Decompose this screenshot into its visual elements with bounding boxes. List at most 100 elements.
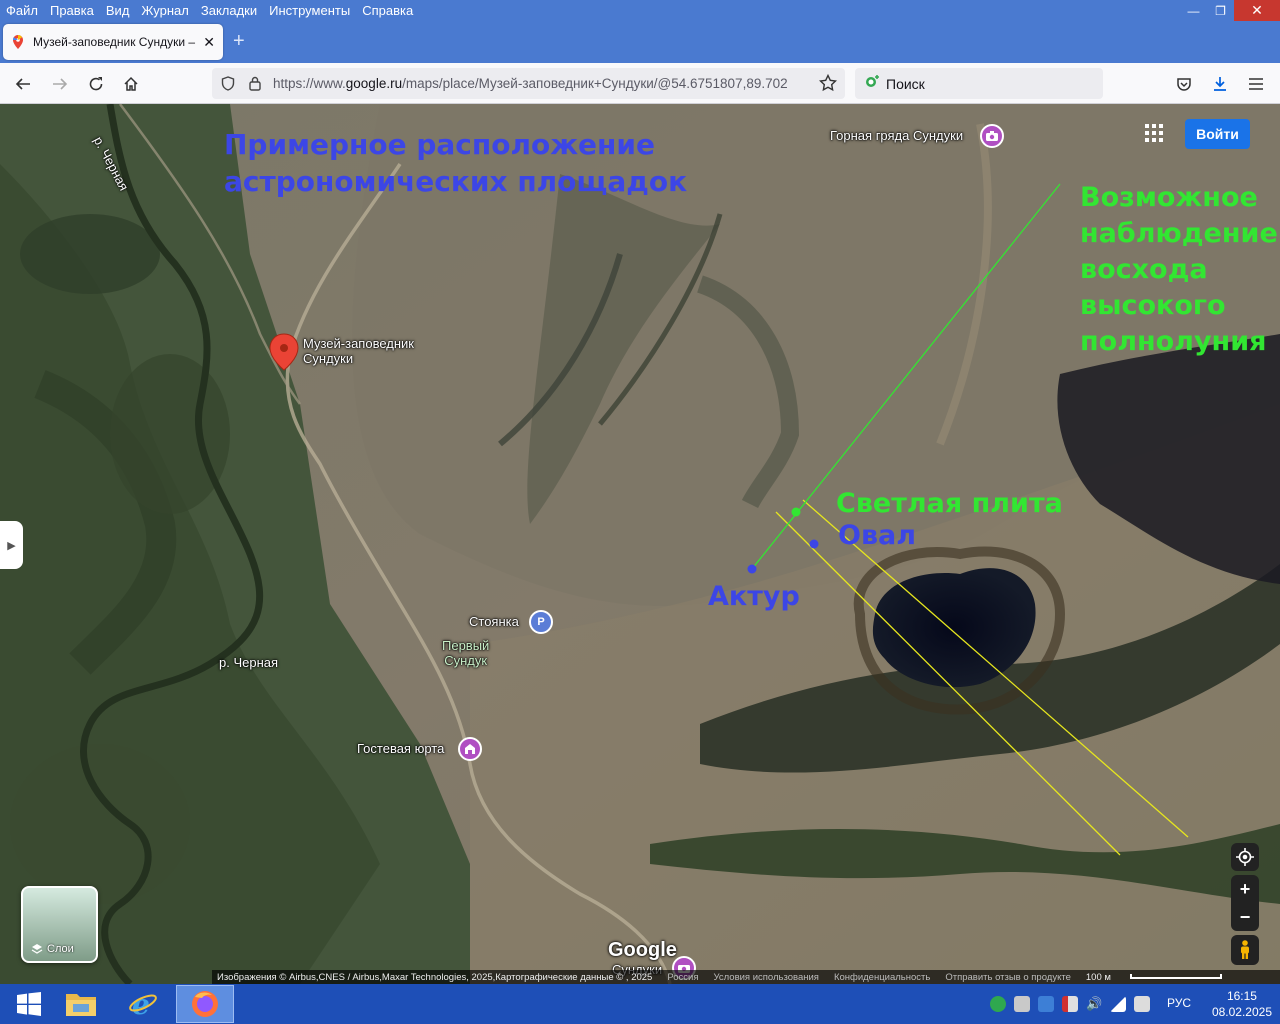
clock[interactable]: 16:15 08.02.2025 — [1212, 988, 1272, 1020]
system-tray: 🔊 — [990, 984, 1150, 1024]
reload-icon[interactable] — [82, 70, 110, 98]
tab-close-icon[interactable]: ✕ — [203, 34, 215, 51]
overlay-title: Примерное расположение астрономических п… — [224, 126, 687, 200]
window-controls: — ❐ ✕ — [1180, 0, 1280, 21]
restore-button[interactable]: ❐ — [1207, 0, 1234, 21]
scale-indicator[interactable]: 100 м — [1086, 972, 1222, 983]
menu-edit[interactable]: Правка — [44, 0, 100, 21]
firefox-icon — [192, 991, 218, 1017]
yurt-poi-icon[interactable] — [458, 737, 482, 761]
river-label-mid: р. Черная — [219, 655, 279, 670]
aktur-label: Актур — [708, 581, 800, 612]
scale-bar — [1129, 974, 1222, 980]
museum-label-line-2: Сундуки — [303, 351, 354, 366]
menu-help[interactable]: Справка — [356, 0, 419, 21]
windows-logo-icon — [17, 992, 41, 1016]
start-button[interactable] — [0, 985, 58, 1023]
camera-poi-icon[interactable] — [980, 124, 1004, 148]
forward-icon[interactable] — [46, 70, 74, 98]
network-globe-icon[interactable] — [990, 996, 1006, 1012]
my-location-button[interactable] — [1231, 843, 1259, 871]
clock-time: 16:15 — [1226, 989, 1257, 1003]
menu-bookmarks[interactable]: Закладки — [195, 0, 263, 21]
moonrise-line-4: высокого — [1080, 290, 1226, 321]
parking-label[interactable]: Стоянка — [469, 614, 519, 629]
url-bar[interactable]: https://www.google.ru/maps/place/Музей-з… — [212, 68, 845, 99]
imagery-credit: Изображения © Airbus,CNES / Airbus,Maxar… — [217, 971, 653, 983]
ridge-label[interactable]: Горная гряда Сундуки — [830, 128, 963, 143]
pocket-icon[interactable] — [1170, 70, 1198, 98]
new-tab-button[interactable]: + — [233, 29, 245, 53]
map-canvas[interactable]: Примерное расположение астрономических п… — [0, 104, 1280, 984]
internet-explorer-button[interactable]: e — [114, 985, 172, 1023]
wifi-icon[interactable] — [1110, 996, 1126, 1012]
back-icon[interactable] — [9, 70, 37, 98]
street-view-pegman[interactable] — [1231, 935, 1259, 965]
country-link[interactable]: Россия — [667, 972, 698, 983]
taskbar: e 🔊 РУС 16:15 08.02.2025 — [0, 984, 1280, 1024]
file-explorer-button[interactable] — [52, 985, 110, 1023]
internet-explorer-icon: e — [129, 989, 157, 1019]
menu-view[interactable]: Вид — [100, 0, 136, 21]
apps-grid-icon[interactable] — [1145, 124, 1165, 144]
svg-text:e: e — [132, 989, 150, 1019]
menu-file[interactable]: Файл — [0, 0, 44, 21]
minimize-button[interactable]: — — [1180, 0, 1207, 21]
moonrise-annotation: Возможное наблюдение восхода высокого по… — [1080, 180, 1278, 360]
maps-favicon-icon — [11, 35, 25, 49]
map-footer: Изображения © Airbus,CNES / Airbus,Maxar… — [212, 970, 1280, 984]
overlay-title-line-2: астрономических площадок — [224, 165, 688, 198]
zoom-in-button[interactable]: + — [1231, 875, 1259, 903]
clock-date: 08.02.2025 — [1211, 1005, 1272, 1019]
layers-label: Слои — [47, 943, 74, 955]
home-icon[interactable] — [117, 70, 145, 98]
privacy-link[interactable]: Конфиденциальность — [834, 972, 930, 983]
close-window-button[interactable]: ✕ — [1234, 0, 1280, 21]
drive-icon[interactable] — [1014, 996, 1030, 1012]
first-sunduk-line-2: Сундук — [444, 653, 488, 668]
terms-link[interactable]: Условия использования — [714, 972, 819, 983]
museum-label-line-1: Музей-заповедник — [303, 336, 414, 351]
firefox-taskbar-button[interactable] — [176, 985, 234, 1023]
search-bar[interactable]: Поиск — [855, 68, 1103, 99]
tab-title: Музей-заповедник Сундуки – G — [33, 35, 198, 49]
overlay-title-line-1: Примерное расположение — [224, 128, 656, 161]
downloads-icon[interactable] — [1206, 70, 1234, 98]
parking-icon[interactable]: P — [529, 610, 553, 634]
light-plate-label: Светлая плита — [836, 488, 1063, 519]
display-icon[interactable] — [1134, 996, 1150, 1012]
tab-active[interactable]: Музей-заповедник Сундуки – G ✕ — [3, 24, 223, 60]
shield-icon[interactable] — [221, 76, 235, 94]
moonrise-line-5: полнолуния — [1080, 326, 1267, 357]
menu-tools[interactable]: Инструменты — [263, 0, 356, 21]
locate-icon — [1236, 848, 1254, 866]
zoom-controls: + − — [1231, 875, 1259, 931]
oval-label: Овал — [838, 520, 917, 551]
language-indicator[interactable]: РУС — [1167, 996, 1191, 1010]
museum-label[interactable]: Музей-заповедник Сундуки — [303, 336, 414, 366]
moonrise-line-1: Возможное — [1080, 182, 1258, 213]
search-placeholder: Поиск — [886, 75, 925, 92]
app-tray-icon[interactable] — [1038, 996, 1054, 1012]
volume-icon[interactable]: 🔊 — [1086, 996, 1102, 1012]
menu-history[interactable]: Журнал — [135, 0, 194, 21]
zoom-out-button[interactable]: − — [1231, 903, 1259, 931]
sign-in-button[interactable]: Войти — [1185, 119, 1250, 149]
first-sunduk-label[interactable]: Первый Сундук — [442, 638, 489, 668]
layers-button[interactable]: Слои — [21, 886, 98, 963]
guest-yurt-label[interactable]: Гостевая юрта — [357, 741, 444, 756]
folder-icon — [66, 994, 96, 1016]
moonrise-line-2: наблюдение — [1080, 218, 1278, 249]
flag-icon[interactable] — [1062, 996, 1078, 1012]
layers-icon — [31, 944, 43, 954]
scale-text: 100 м — [1085, 971, 1111, 983]
lock-icon[interactable] — [249, 76, 261, 94]
bookmark-star-icon[interactable] — [818, 73, 838, 95]
menu-bar: Файл Правка Вид Журнал Закладки Инструме… — [0, 0, 1280, 21]
first-sunduk-line-1: Первый — [442, 638, 490, 653]
hamburger-menu-icon[interactable] — [1242, 70, 1270, 98]
google-logo: Google — [608, 939, 677, 961]
feedback-link[interactable]: Отправить отзыв о продукте — [945, 972, 1071, 983]
side-panel-toggle[interactable]: ▶ — [0, 521, 23, 569]
search-engine-icon — [864, 75, 880, 94]
